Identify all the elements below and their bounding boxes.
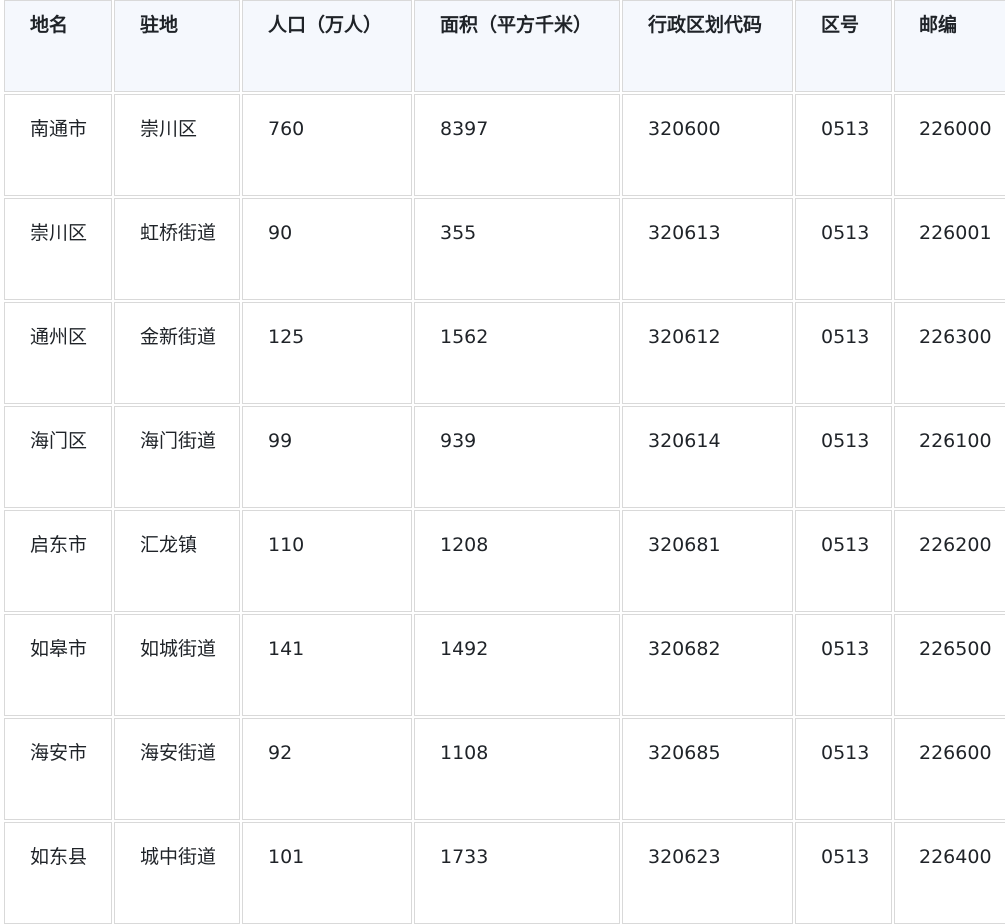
- cell-seat: 如城街道: [114, 614, 240, 716]
- cell-area: 939: [414, 406, 620, 508]
- cell-area-code: 0513: [795, 614, 892, 716]
- column-header-seat: 驻地: [114, 0, 240, 92]
- cell-place-name: 通州区: [4, 302, 112, 404]
- column-header-division-code: 行政区划代码: [622, 0, 793, 92]
- cell-population: 101: [242, 822, 412, 924]
- cell-seat: 汇龙镇: [114, 510, 240, 612]
- cell-place-name: 南通市: [4, 94, 112, 196]
- column-header-area: 面积（平方千米）: [414, 0, 620, 92]
- cell-area: 355: [414, 198, 620, 300]
- data-table: 地名 驻地 人口（万人） 面积（平方千米） 行政区划代码 区号 邮编 南通市 崇…: [2, 0, 1005, 924]
- cell-postal-code: 226400: [894, 822, 1005, 924]
- table-header-row: 地名 驻地 人口（万人） 面积（平方千米） 行政区划代码 区号 邮编: [4, 0, 1005, 92]
- cell-division-code: 320614: [622, 406, 793, 508]
- cell-place-name: 启东市: [4, 510, 112, 612]
- column-header-place-name: 地名: [4, 0, 112, 92]
- cell-area: 1208: [414, 510, 620, 612]
- cell-postal-code: 226500: [894, 614, 1005, 716]
- table-container: 地名 驻地 人口（万人） 面积（平方千米） 行政区划代码 区号 邮编 南通市 崇…: [0, 0, 1005, 924]
- cell-postal-code: 226100: [894, 406, 1005, 508]
- cell-area-code: 0513: [795, 302, 892, 404]
- cell-area-code: 0513: [795, 822, 892, 924]
- cell-postal-code: 226001: [894, 198, 1005, 300]
- cell-seat: 崇川区: [114, 94, 240, 196]
- cell-population: 141: [242, 614, 412, 716]
- cell-place-name: 海安市: [4, 718, 112, 820]
- table-row: 如东县 城中街道 101 1733 320623 0513 226400: [4, 822, 1005, 924]
- cell-area-code: 0513: [795, 94, 892, 196]
- table-row: 南通市 崇川区 760 8397 320600 0513 226000: [4, 94, 1005, 196]
- cell-division-code: 320685: [622, 718, 793, 820]
- cell-place-name: 如东县: [4, 822, 112, 924]
- table-row: 通州区 金新街道 125 1562 320612 0513 226300: [4, 302, 1005, 404]
- cell-seat: 海门街道: [114, 406, 240, 508]
- cell-area-code: 0513: [795, 718, 892, 820]
- table-row: 如皋市 如城街道 141 1492 320682 0513 226500: [4, 614, 1005, 716]
- table-row: 崇川区 虹桥街道 90 355 320613 0513 226001: [4, 198, 1005, 300]
- table-row: 海安市 海安街道 92 1108 320685 0513 226600: [4, 718, 1005, 820]
- cell-area: 8397: [414, 94, 620, 196]
- column-header-area-code: 区号: [795, 0, 892, 92]
- cell-postal-code: 226600: [894, 718, 1005, 820]
- cell-population: 760: [242, 94, 412, 196]
- column-header-postal-code: 邮编: [894, 0, 1005, 92]
- cell-population: 90: [242, 198, 412, 300]
- cell-population: 99: [242, 406, 412, 508]
- cell-postal-code: 226000: [894, 94, 1005, 196]
- cell-population: 110: [242, 510, 412, 612]
- table-row: 启东市 汇龙镇 110 1208 320681 0513 226200: [4, 510, 1005, 612]
- cell-seat: 金新街道: [114, 302, 240, 404]
- cell-area: 1108: [414, 718, 620, 820]
- cell-area: 1492: [414, 614, 620, 716]
- cell-area: 1562: [414, 302, 620, 404]
- cell-place-name: 如皋市: [4, 614, 112, 716]
- cell-seat: 海安街道: [114, 718, 240, 820]
- cell-seat: 城中街道: [114, 822, 240, 924]
- cell-postal-code: 226200: [894, 510, 1005, 612]
- cell-area-code: 0513: [795, 198, 892, 300]
- cell-division-code: 320682: [622, 614, 793, 716]
- cell-division-code: 320600: [622, 94, 793, 196]
- cell-place-name: 崇川区: [4, 198, 112, 300]
- cell-division-code: 320681: [622, 510, 793, 612]
- cell-area: 1733: [414, 822, 620, 924]
- cell-division-code: 320623: [622, 822, 793, 924]
- cell-division-code: 320612: [622, 302, 793, 404]
- cell-population: 125: [242, 302, 412, 404]
- cell-place-name: 海门区: [4, 406, 112, 508]
- column-header-population: 人口（万人）: [242, 0, 412, 92]
- cell-area-code: 0513: [795, 510, 892, 612]
- cell-area-code: 0513: [795, 406, 892, 508]
- table-row: 海门区 海门街道 99 939 320614 0513 226100: [4, 406, 1005, 508]
- cell-division-code: 320613: [622, 198, 793, 300]
- cell-population: 92: [242, 718, 412, 820]
- cell-postal-code: 226300: [894, 302, 1005, 404]
- cell-seat: 虹桥街道: [114, 198, 240, 300]
